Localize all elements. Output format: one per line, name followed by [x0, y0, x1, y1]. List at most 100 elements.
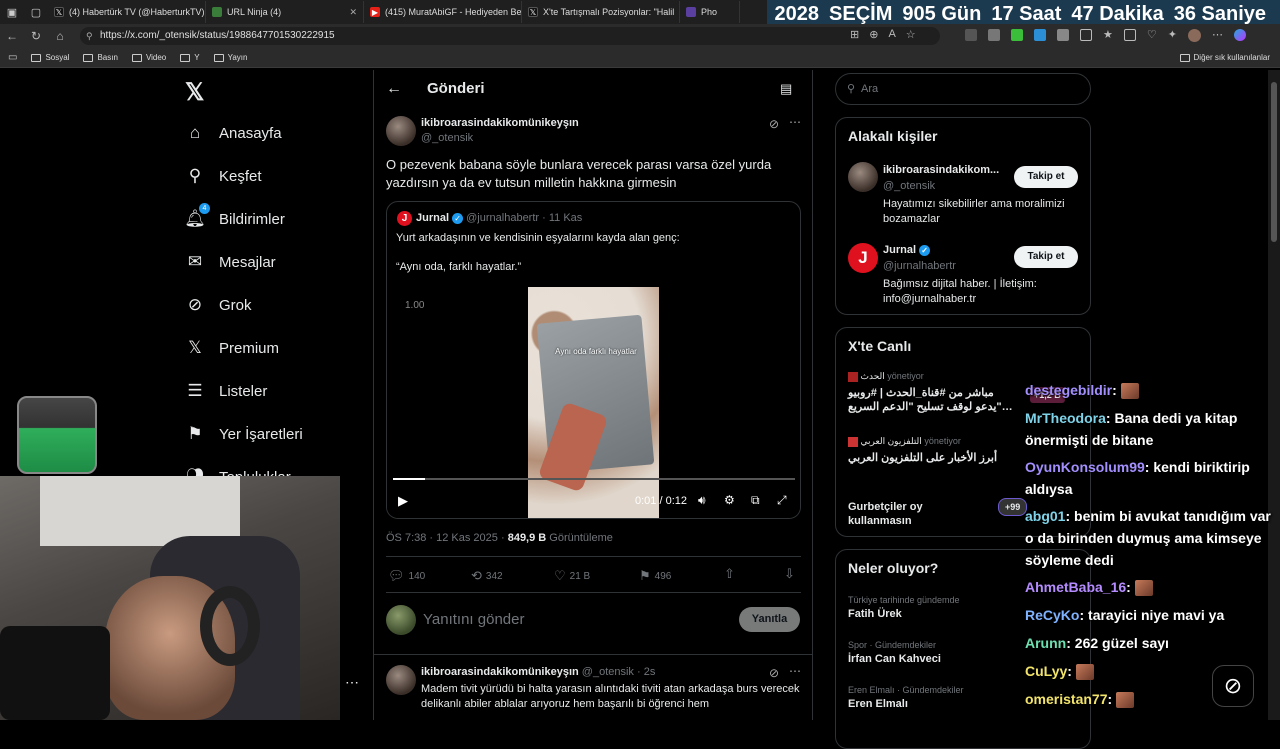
live-host-avatar	[848, 436, 858, 447]
grok-analyze-icon[interactable]: ⊘	[769, 666, 779, 680]
bookmark-folder[interactable]: Y	[180, 53, 200, 62]
browser-tab[interactable]: 𝕏 (4) Habertürk TV (@HaberturkTV) / ✕	[48, 1, 206, 23]
x-logo-icon[interactable]: 𝕏	[185, 78, 204, 107]
grok-analyze-icon[interactable]: ⊘	[769, 117, 779, 131]
reply-author-avatar[interactable]	[386, 665, 416, 695]
bookmark-stat-button[interactable]: ⚑ 496	[639, 568, 671, 584]
reload-icon[interactable]: ↻	[24, 29, 48, 43]
nav-explore[interactable]: ⚲ Keşfet	[185, 166, 262, 186]
nav-home[interactable]: ⌂ Anasayfa	[185, 123, 282, 143]
url-field[interactable]: ⚲ https://x.com/_otensik/status/19886477…	[80, 27, 940, 45]
person-name[interactable]: Jurnal ✓	[883, 244, 931, 256]
reader-mode-icon[interactable]: ▤	[780, 81, 792, 97]
heart-icon[interactable]: ♡	[1147, 29, 1157, 42]
pip-icon[interactable]: ⧉	[751, 493, 760, 508]
app-available-icon[interactable]: ⊞	[850, 28, 859, 41]
nav-notifications[interactable]: 🔔︎ 4 Bildirimler	[184, 203, 285, 229]
reply-icon: 💬︎	[388, 568, 405, 583]
video-player[interactable]: 1.00 Aynı oda farklı hayatlar ▶ 0:01 / 0…	[387, 285, 800, 518]
extension-icon[interactable]	[1057, 29, 1069, 41]
more-options-icon[interactable]: ⋯	[789, 664, 801, 678]
more-options-icon[interactable]: ⋯	[1212, 29, 1223, 42]
browser-tab[interactable]: 𝕏 X'te Tartışmalı Pozisyonlar: "Halil ✕	[522, 1, 680, 23]
extension-icon[interactable]	[988, 29, 1000, 41]
author-avatar[interactable]	[386, 116, 416, 146]
folder-icon	[213, 53, 224, 62]
divider	[374, 654, 812, 655]
search-icon: ⚲	[847, 83, 856, 95]
grok-floating-button[interactable]: ⊘	[1212, 665, 1254, 707]
tab-list-icon[interactable]: ▢	[24, 1, 48, 23]
add-bookmark-icon[interactable]: ▭	[8, 52, 17, 63]
copilot-sidebar-icon[interactable]	[1233, 29, 1246, 41]
bookmarks-bar: ▭ Sosyal Basın Video Y Yayın Diğer sık k…	[0, 48, 1280, 68]
extension-icon[interactable]	[1011, 29, 1023, 41]
bookmark-folder[interactable]: Video	[131, 53, 166, 62]
bookmark-folder[interactable]: Basın	[83, 53, 118, 62]
person-handle[interactable]: @jurnalhabertr	[883, 260, 956, 272]
zoom-icon[interactable]: ⊕	[869, 28, 878, 41]
collections-icon[interactable]	[1123, 29, 1136, 41]
extension-icon[interactable]	[965, 29, 977, 41]
browser-tab[interactable]: URL Ninja (4) ✕	[206, 1, 364, 23]
like-stat-button[interactable]: ♡ 21 B	[554, 568, 590, 584]
volume-icon[interactable]: 🔊︎	[698, 493, 706, 508]
settings-gear-icon[interactable]: ⚙	[724, 493, 735, 507]
video-progress-track[interactable]	[393, 478, 795, 480]
my-avatar[interactable]	[386, 605, 416, 635]
trend-item[interactable]: Eren Elmalı · Gündemdekiler Eren Elmalı	[848, 685, 964, 710]
bookmark-folder[interactable]: Sosyal	[31, 53, 69, 62]
favorites-icon[interactable]: ★	[1103, 29, 1113, 42]
person-avatar[interactable]	[848, 162, 878, 192]
reply-button[interactable]: Yanıtla	[739, 607, 800, 632]
trends-title: Neler oluyor?	[848, 560, 939, 576]
profile-avatar[interactable]	[1187, 29, 1201, 42]
fullscreen-icon[interactable]: ⤢	[777, 493, 787, 508]
favorite-star-icon[interactable]: ☆	[906, 28, 916, 41]
read-aloud-icon[interactable]: A	[888, 28, 895, 41]
person-name[interactable]: ikibroarasindakikom...	[883, 164, 999, 176]
close-tab-icon[interactable]: ✕	[349, 7, 357, 18]
bookmark-folder[interactable]: Yayın	[213, 53, 247, 62]
more-account-icon[interactable]: ⋯	[345, 674, 359, 691]
split-screen-icon[interactable]	[1080, 29, 1092, 41]
copilot-icon[interactable]: ✦	[1168, 29, 1177, 42]
reply-author: ikibroarasindakikomünikeyşın @_otensik ·…	[421, 666, 656, 678]
play-icon[interactable]: ▶	[398, 493, 408, 509]
nav-lists[interactable]: ☰ Listeler	[185, 381, 267, 401]
other-bookmarks[interactable]: Diğer sık kullanılanlar	[1179, 53, 1270, 62]
nav-premium[interactable]: 𝕏 Premium	[185, 338, 279, 358]
home-icon[interactable]: ⌂	[48, 29, 72, 43]
browser-tab[interactable]: ▶ (415) MuratAbiGF - Hediyeden Be ✕	[364, 1, 522, 23]
back-arrow-icon[interactable]: ←	[386, 80, 402, 98]
share-icon[interactable]: ⇧	[724, 566, 735, 582]
person-handle[interactable]: @_otensik	[883, 180, 935, 192]
author-handle[interactable]: @_otensik	[421, 132, 473, 144]
site-info-icon[interactable]: ⚲	[86, 27, 93, 45]
browser-tab[interactable]: Pho	[680, 1, 740, 23]
nav-grok[interactable]: ⊘ Grok	[185, 295, 252, 315]
extension-icon[interactable]	[1034, 29, 1046, 41]
repost-stat-button[interactable]: ⟲ 342	[471, 568, 503, 584]
download-icon[interactable]: ⇩	[784, 566, 795, 582]
jurnal-avatar[interactable]: J	[848, 243, 878, 273]
chat-message: MrTheodora: Bana dedi ya kitap önermişti…	[1025, 410, 1238, 448]
trend-item[interactable]: Türkiye tarihinde gündemde Fatih Ürek	[848, 595, 960, 620]
back-icon[interactable]: ←	[0, 29, 24, 43]
trend-item[interactable]: Spor · Gündemdekiler İrfan Can Kahveci	[848, 640, 941, 665]
reply-stat-button[interactable]: 💬︎ 140	[388, 568, 425, 584]
nav-messages[interactable]: ✉ Mesajlar	[185, 252, 276, 272]
reply-input[interactable]: Yanıtını gönder	[423, 611, 524, 628]
nav-bookmarks[interactable]: ⚑ Yer İşaretleri	[185, 424, 302, 444]
follow-button[interactable]: Takip et	[1014, 166, 1078, 188]
x-premium-icon: 𝕏	[188, 338, 202, 357]
quoted-post[interactable]: J Jurnal ✓ @jurnalhabertr · 11 Kas Yurt …	[386, 201, 801, 519]
more-options-icon[interactable]: ⋯	[789, 115, 801, 129]
search-input[interactable]: ⚲ Ara	[835, 73, 1091, 105]
follow-button[interactable]: Takip et	[1014, 246, 1078, 268]
scrollbar-thumb[interactable]	[1271, 82, 1277, 242]
emote-icon	[1075, 664, 1094, 681]
folder-icon	[31, 53, 42, 62]
window-menu-icon[interactable]: ▣	[0, 1, 24, 23]
author-name[interactable]: ikibroarasindakikomünikeyşın	[421, 117, 579, 129]
